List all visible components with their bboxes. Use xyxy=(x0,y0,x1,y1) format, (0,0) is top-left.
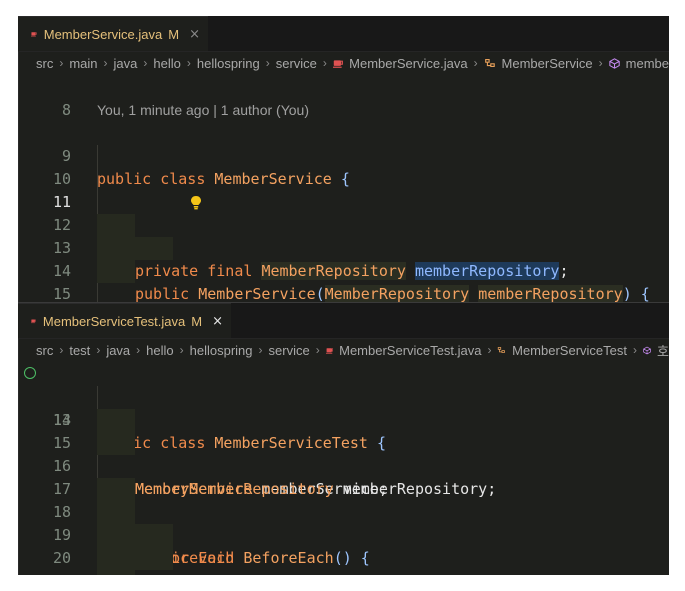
chevron-right-icon: › xyxy=(143,56,148,70)
breadcrumb-item[interactable]: hello xyxy=(146,343,173,358)
chevron-right-icon: › xyxy=(136,343,141,357)
code-line: 19 public void BeforeEach() { xyxy=(18,501,669,567)
breadcrumb-item[interactable]: MemberServiceTest.java xyxy=(339,343,481,358)
breadcrumb-item[interactable]: hellospring xyxy=(197,56,260,71)
method-icon xyxy=(643,346,651,354)
tab-title: MemberService.java xyxy=(43,26,163,42)
indent-guide xyxy=(97,386,98,409)
test-passed-icon[interactable] xyxy=(24,367,36,379)
chevron-right-icon: › xyxy=(487,343,492,357)
close-tab-icon[interactable]: × xyxy=(189,27,200,42)
indent-guide xyxy=(97,168,98,191)
code-lens: You, 1 minute ago | 1 author (You) xyxy=(18,99,669,122)
code-line: 8 xyxy=(18,76,669,119)
indent-guide xyxy=(97,145,98,168)
code-line: 21 memberService = new MemberService(mem… xyxy=(18,547,669,575)
indent-guide xyxy=(97,283,98,302)
editor-pane-top: MemberService.java M × src › main › java › … xyxy=(18,16,669,302)
code-line: 16 xyxy=(18,283,669,302)
breadcrumb-item[interactable]: hello xyxy=(153,56,180,71)
code-line: 10 xyxy=(18,145,669,188)
tab-member-service[interactable]: MemberService.java M × xyxy=(18,16,208,51)
chevron-right-icon: › xyxy=(265,56,270,70)
chevron-right-icon: › xyxy=(59,343,64,357)
chevron-right-icon: › xyxy=(186,56,191,70)
chevron-right-icon: › xyxy=(59,56,64,70)
breadcrumb: src › test › java › hello › hellospring › ser… xyxy=(18,339,669,361)
code-line: 20 memberRepository = new MemoryMemberRe… xyxy=(18,524,669,570)
breadcrumb-item[interactable]: hellospring xyxy=(190,343,253,358)
breadcrumb-item[interactable]: MemberService xyxy=(502,56,593,71)
chevron-right-icon: › xyxy=(598,56,603,70)
breadcrumb-item[interactable]: MemberService.java xyxy=(349,56,468,71)
breadcrumb: src › main › java › hello › hellospring › ser… xyxy=(18,52,669,74)
code-line: 14 this.memberRepository = memberReposit… xyxy=(18,237,669,280)
breadcrumb-item[interactable]: 호 xyxy=(657,341,669,360)
code-line: 15 MemberService memberService; xyxy=(18,409,669,498)
tab-member-service-test[interactable]: MemberServiceTest.java M × xyxy=(18,303,231,338)
java-file-icon xyxy=(31,319,36,324)
tab-bar: MemberServiceTest.java M × xyxy=(18,303,669,339)
class-icon xyxy=(498,347,506,353)
modified-badge: M xyxy=(191,313,203,329)
code-editor: MemberService.java M × src › main › java › … xyxy=(18,16,669,575)
modified-badge: M xyxy=(168,26,180,42)
breadcrumb-item[interactable]: src xyxy=(36,343,53,358)
indent-guide xyxy=(97,455,98,478)
chevron-right-icon: › xyxy=(322,56,327,70)
breadcrumb-item[interactable]: service xyxy=(269,343,310,358)
editor-pane-bottom: MemberServiceTest.java M × src › test › ja… xyxy=(18,303,669,575)
git-blame-annotation[interactable]: You, 1 minute ago | 1 author (You) xyxy=(97,99,309,122)
close-tab-icon[interactable]: × xyxy=(212,314,223,329)
breadcrumb-item[interactable]: MemberServiceTest xyxy=(512,343,627,358)
chevron-right-icon: › xyxy=(103,56,108,70)
code-line: 15 } xyxy=(18,260,669,302)
breadcrumb-item[interactable]: service xyxy=(276,56,317,71)
class-icon xyxy=(484,59,495,67)
chevron-right-icon: › xyxy=(473,56,478,70)
code-line: 17 xyxy=(18,455,669,498)
breadcrumb-item[interactable]: membe xyxy=(626,56,669,71)
breadcrumb-item[interactable]: main xyxy=(69,56,97,71)
code-line: 14 xyxy=(18,386,669,429)
code-line: 9 public class MemberService { xyxy=(18,122,669,188)
tab-title: MemberServiceTest.java xyxy=(42,313,186,329)
indent-guide xyxy=(97,191,98,214)
code-line: 16 MemoryMemberRepository memberReposito… xyxy=(18,432,669,498)
chevron-right-icon: › xyxy=(315,343,320,357)
breadcrumb-item[interactable]: src xyxy=(36,56,53,71)
breadcrumb-item[interactable]: java xyxy=(114,56,138,71)
code-line: 13 public MemberService(MemberRepository… xyxy=(18,214,669,302)
line-number: 21 xyxy=(18,570,71,575)
breadcrumb-item[interactable]: java xyxy=(106,343,130,358)
code-line: 18 @BeforeEach xyxy=(18,478,669,575)
breadcrumb-item[interactable]: test xyxy=(69,343,90,358)
field-icon xyxy=(608,57,620,69)
chevron-right-icon: › xyxy=(258,343,263,357)
code-line-current: 11 private final MemberRepository member… xyxy=(18,168,669,280)
chevron-right-icon: › xyxy=(632,343,637,357)
java-file-icon xyxy=(325,347,333,354)
code-line: 12 xyxy=(18,191,669,234)
code-line: 13 public class MemberServiceTest { xyxy=(18,363,669,452)
java-file-icon xyxy=(31,32,37,37)
java-file-icon xyxy=(332,59,343,68)
chevron-right-icon: › xyxy=(179,343,184,357)
tab-bar: MemberService.java M × xyxy=(18,16,669,52)
chevron-right-icon: › xyxy=(96,343,101,357)
